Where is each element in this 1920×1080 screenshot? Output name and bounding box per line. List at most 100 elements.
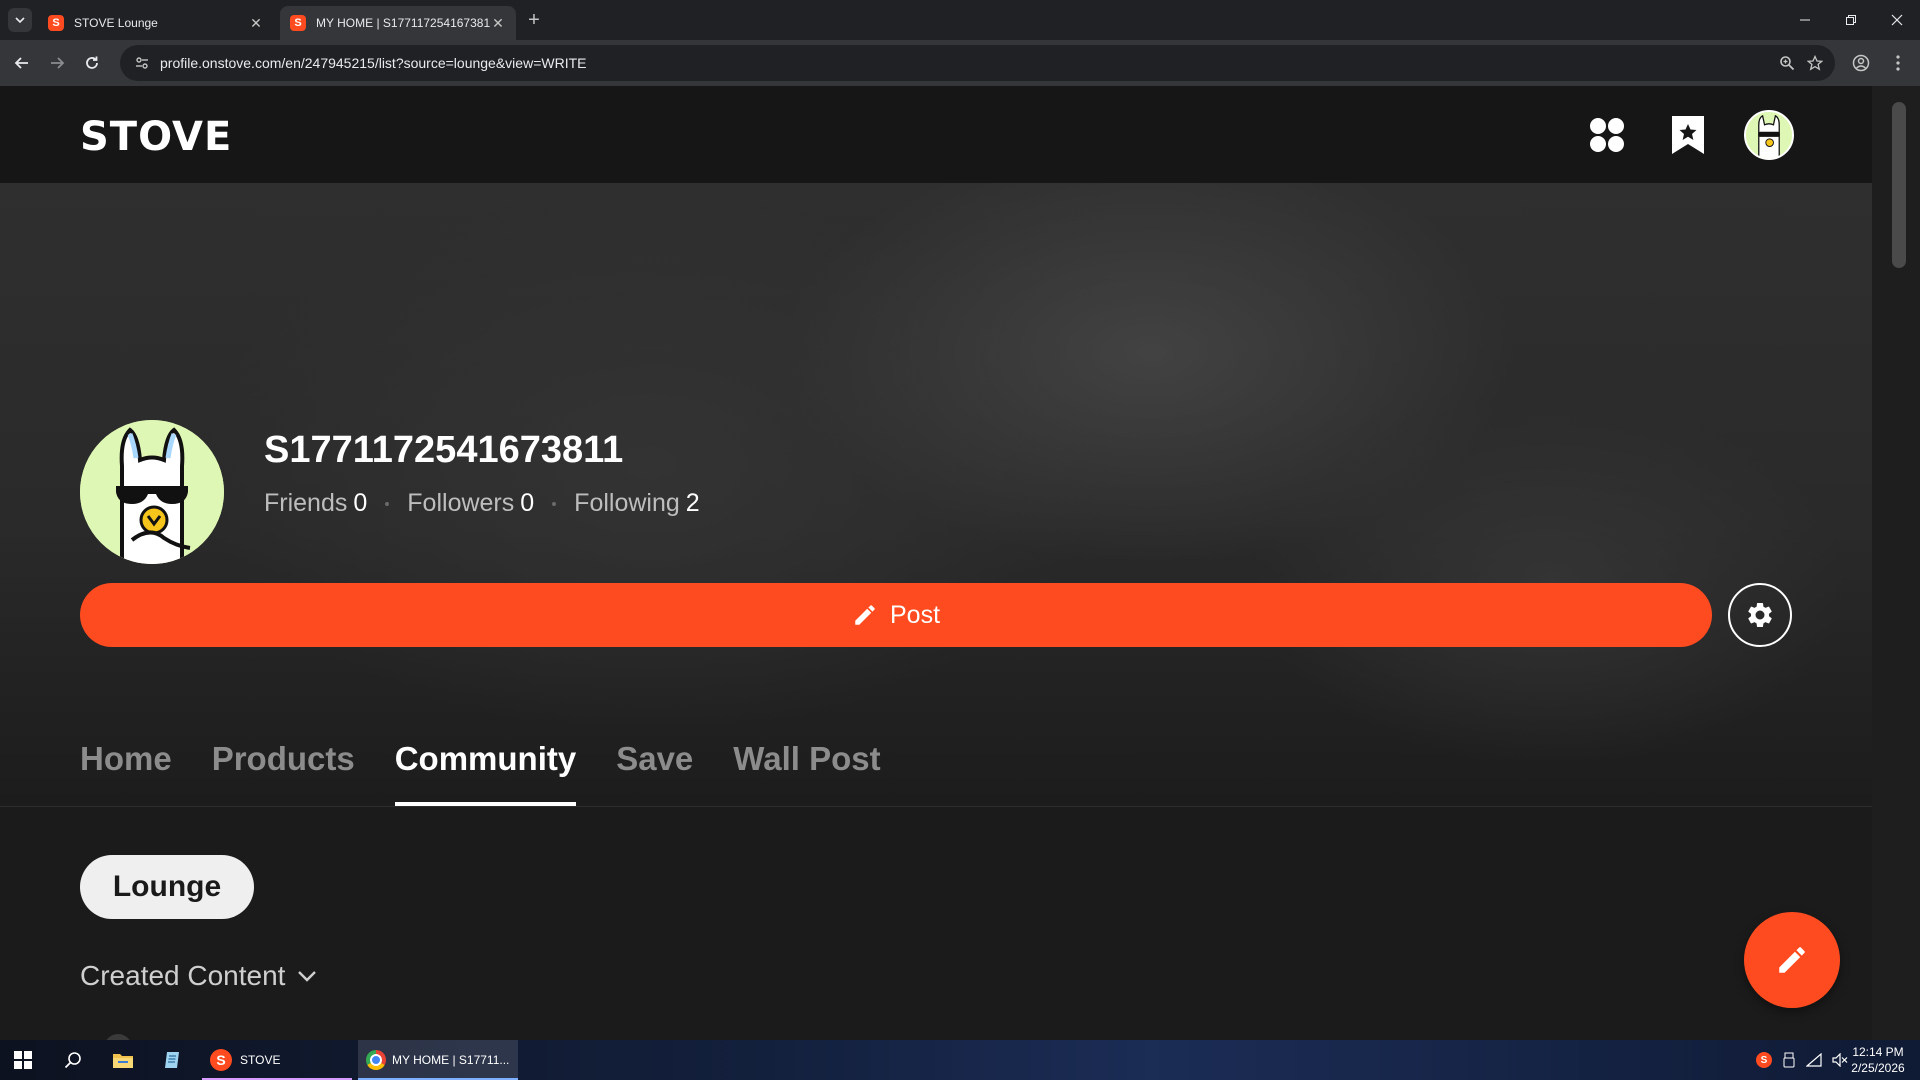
stat-label: Following — [574, 489, 680, 517]
new-tab-plus-icon[interactable]: + — [522, 8, 546, 32]
stat-value: 2 — [685, 489, 700, 517]
llama-avatar-icon — [80, 420, 224, 564]
pencil-icon — [852, 602, 878, 628]
account-circle-icon — [1852, 54, 1870, 72]
stove-favicon-icon: S — [290, 15, 306, 31]
close-tab-icon[interactable]: ✕ — [490, 15, 506, 31]
minimize-window-button[interactable] — [1782, 0, 1828, 40]
stat-value: 0 — [353, 489, 368, 517]
tab-community[interactable]: Community — [394, 726, 576, 806]
tab-title: STOVE Lounge — [74, 16, 158, 30]
clock-time: 12:14 PM — [1852, 1045, 1904, 1059]
arrow-right-icon — [51, 57, 65, 69]
apps-grid-icon — [1590, 118, 1624, 152]
stat-label: Friends — [264, 489, 348, 517]
windows-taskbar: S STOVE MY HOME | S17711... S 12:14 PM 2… — [0, 1040, 1920, 1080]
followers-stat[interactable]: Followers 0 — [407, 489, 534, 518]
close-tab-icon[interactable]: ✕ — [248, 15, 264, 31]
apps-grid-button[interactable] — [1582, 110, 1632, 160]
stove-app-icon: S — [210, 1049, 232, 1071]
tab-title: MY HOME | S1771172541673811 — [316, 16, 490, 30]
search-icon — [64, 1052, 81, 1069]
tab-save[interactable]: Save — [616, 726, 693, 806]
profile-tabs: Home Products Community Save Wall Post — [80, 726, 921, 806]
tab-search-button[interactable] — [8, 8, 32, 32]
pencil-icon — [1779, 947, 1805, 973]
stat-value: 0 — [520, 489, 535, 517]
forward-button[interactable] — [45, 51, 69, 75]
chevron-down-icon — [295, 964, 319, 988]
usb-device-icon[interactable] — [1782, 1052, 1796, 1068]
address-bar[interactable]: profile.onstove.com/en/247945215/list?so… — [120, 45, 1835, 81]
url-text[interactable]: profile.onstove.com/en/247945215/list?so… — [160, 55, 1773, 71]
lounge-chip[interactable]: Lounge — [80, 855, 254, 919]
profile-icon[interactable] — [1849, 51, 1873, 75]
magnifier-plus-icon — [1780, 56, 1795, 71]
back-button[interactable] — [10, 51, 34, 75]
post-button-label: Post — [889, 600, 941, 629]
browser-tab-my-home[interactable]: S MY HOME | S1771172541673811 ✕ — [280, 6, 516, 40]
arrow-left-icon — [14, 57, 28, 69]
tab-products[interactable]: Products — [212, 726, 355, 806]
separator-dot — [385, 501, 390, 506]
taskbar-app-stove[interactable]: S STOVE — [202, 1040, 352, 1080]
friends-stat[interactable]: Friends 0 — [264, 489, 367, 518]
windows-logo-icon — [14, 1051, 32, 1069]
bookmark-button[interactable] — [1663, 110, 1713, 160]
taskbar-clock[interactable]: 12:14 PM 2/25/2026 — [1844, 1044, 1912, 1076]
created-content-label: Created Content — [80, 960, 286, 991]
file-explorer-button[interactable] — [100, 1040, 146, 1080]
created-content-dropdown[interactable]: Created Content — [80, 960, 319, 992]
profile-stats: Friends 0 Followers 0 Following 2 — [264, 489, 700, 518]
gear-icon — [1748, 602, 1772, 627]
more-vertical-icon — [1896, 55, 1900, 71]
stove-logo[interactable]: STOVE — [80, 114, 232, 160]
zoom-icon[interactable] — [1773, 49, 1801, 77]
clock-date: 2/25/2026 — [1851, 1061, 1905, 1075]
search-button[interactable] — [50, 1040, 96, 1080]
tab-home[interactable]: Home — [80, 726, 172, 806]
page-scrollbar[interactable] — [1872, 86, 1920, 1040]
star-outline-icon — [1807, 55, 1823, 71]
tune-icon — [136, 57, 148, 69]
folder-icon — [113, 1054, 133, 1068]
scrollbar-thumb[interactable] — [1892, 102, 1906, 268]
taskbar-app-label: STOVE — [240, 1053, 281, 1067]
llama-avatar-icon — [1746, 112, 1792, 158]
browser-tab-bar: S STOVE Lounge ✕ S MY HOME | S1771172541… — [0, 0, 1920, 40]
tab-wall-post[interactable]: Wall Post — [733, 726, 880, 806]
network-icon[interactable] — [1806, 1053, 1822, 1067]
profile-hero: S1771172541673811 Friends 0 Followers 0 … — [0, 183, 1872, 806]
profile-name: S1771172541673811 — [264, 429, 624, 471]
site-header: STOVE — [0, 86, 1872, 183]
bookmark-star-icon[interactable] — [1801, 49, 1829, 77]
header-avatar[interactable] — [1744, 110, 1794, 160]
chrome-icon — [366, 1050, 386, 1070]
browser-toolbar: profile.onstove.com/en/247945215/list?so… — [0, 40, 1920, 86]
tabs-divider — [0, 806, 1872, 807]
minimize-icon — [1800, 19, 1810, 21]
close-window-button[interactable] — [1874, 0, 1920, 40]
stove-tray-icon[interactable]: S — [1756, 1052, 1772, 1068]
restore-window-button[interactable] — [1828, 0, 1874, 40]
taskbar-app-chrome[interactable]: MY HOME | S17711... — [358, 1040, 518, 1080]
stat-label: Followers — [407, 489, 515, 517]
start-button[interactable] — [0, 1040, 46, 1080]
chevron-down-icon — [15, 17, 25, 24]
system-tray: S — [1756, 1040, 1848, 1080]
restore-icon — [1846, 15, 1856, 25]
reload-button[interactable] — [80, 51, 104, 75]
browser-menu-icon[interactable] — [1886, 51, 1910, 75]
close-icon — [1891, 14, 1903, 26]
reload-icon — [86, 56, 98, 69]
site-info-icon[interactable] — [132, 53, 152, 73]
notepad-icon — [165, 1052, 179, 1068]
notepad-app-button[interactable] — [150, 1040, 196, 1080]
profile-avatar — [80, 420, 224, 564]
following-stat[interactable]: Following 2 — [574, 489, 700, 518]
post-button[interactable]: Post — [80, 583, 1712, 647]
profile-settings-button[interactable] — [1728, 583, 1792, 647]
write-floating-button[interactable] — [1744, 912, 1840, 1008]
taskbar-app-label: MY HOME | S17711... — [392, 1053, 510, 1067]
browser-tab-stove-lounge[interactable]: S STOVE Lounge ✕ — [38, 6, 274, 40]
